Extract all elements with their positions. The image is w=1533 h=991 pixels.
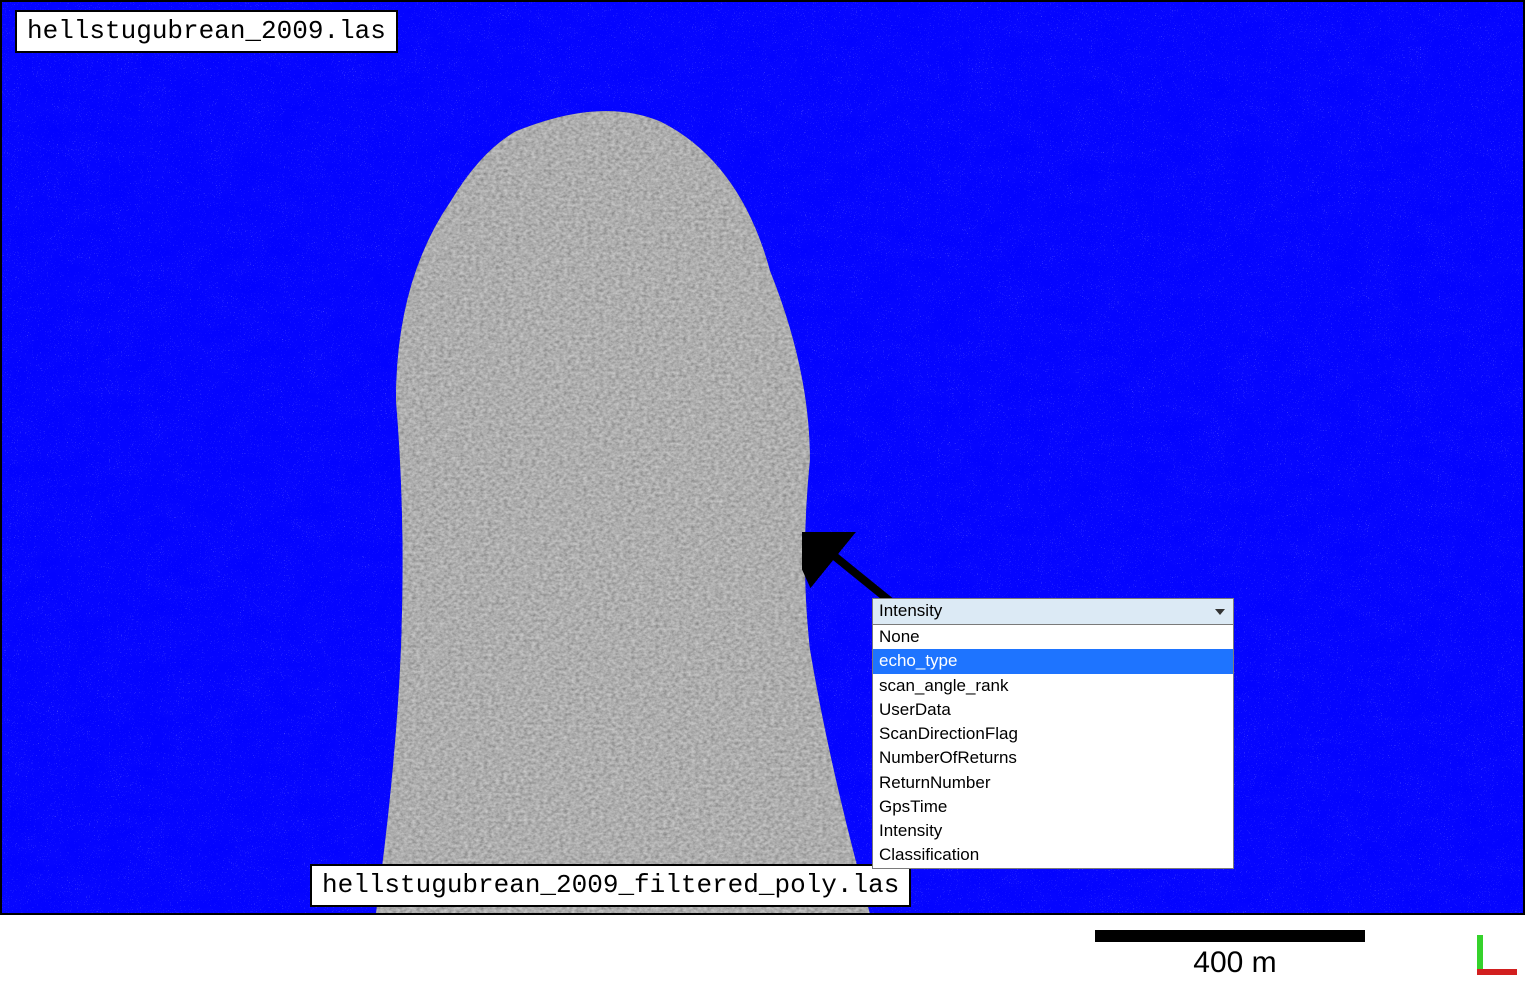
dropdown-option[interactable]: Classification xyxy=(873,843,1233,867)
dropdown-option[interactable]: None xyxy=(873,625,1233,649)
dropdown-option[interactable]: scan_angle_rank xyxy=(873,674,1233,698)
scale-bar-label: 400 m xyxy=(1095,946,1375,980)
dropdown-option[interactable]: ScanDirectionFlag xyxy=(873,722,1233,746)
filtered-point-cloud xyxy=(2,2,1523,913)
dropdown-option[interactable]: GpsTime xyxy=(873,795,1233,819)
scale-bar: 400 m xyxy=(1095,930,1375,980)
chevron-down-icon xyxy=(1215,609,1225,615)
dropdown-list[interactable]: Noneecho_typescan_angle_rankUserDataScan… xyxy=(873,625,1233,868)
dropdown-selected-text: Intensity xyxy=(879,601,942,620)
dropdown-selected[interactable]: Intensity xyxy=(873,599,1233,625)
dropdown-option[interactable]: UserData xyxy=(873,698,1233,722)
scalar-field-dropdown[interactable]: Intensity Noneecho_typescan_angle_rankUs… xyxy=(872,598,1234,869)
dropdown-option[interactable]: ReturnNumber xyxy=(873,771,1233,795)
axis-indicator xyxy=(1471,929,1523,981)
scale-bar-line xyxy=(1095,930,1365,942)
axis-x-icon xyxy=(1477,969,1517,975)
dropdown-option[interactable]: Intensity xyxy=(873,819,1233,843)
point-cloud-viewport[interactable]: hellstugubrean_2009.las hellstugubrean_2… xyxy=(0,0,1525,915)
full-file-label: hellstugubrean_2009.las xyxy=(15,10,398,53)
dropdown-option[interactable]: NumberOfReturns xyxy=(873,746,1233,770)
dropdown-option[interactable]: echo_type xyxy=(873,649,1233,673)
filtered-file-label: hellstugubrean_2009_filtered_poly.las xyxy=(310,864,911,907)
